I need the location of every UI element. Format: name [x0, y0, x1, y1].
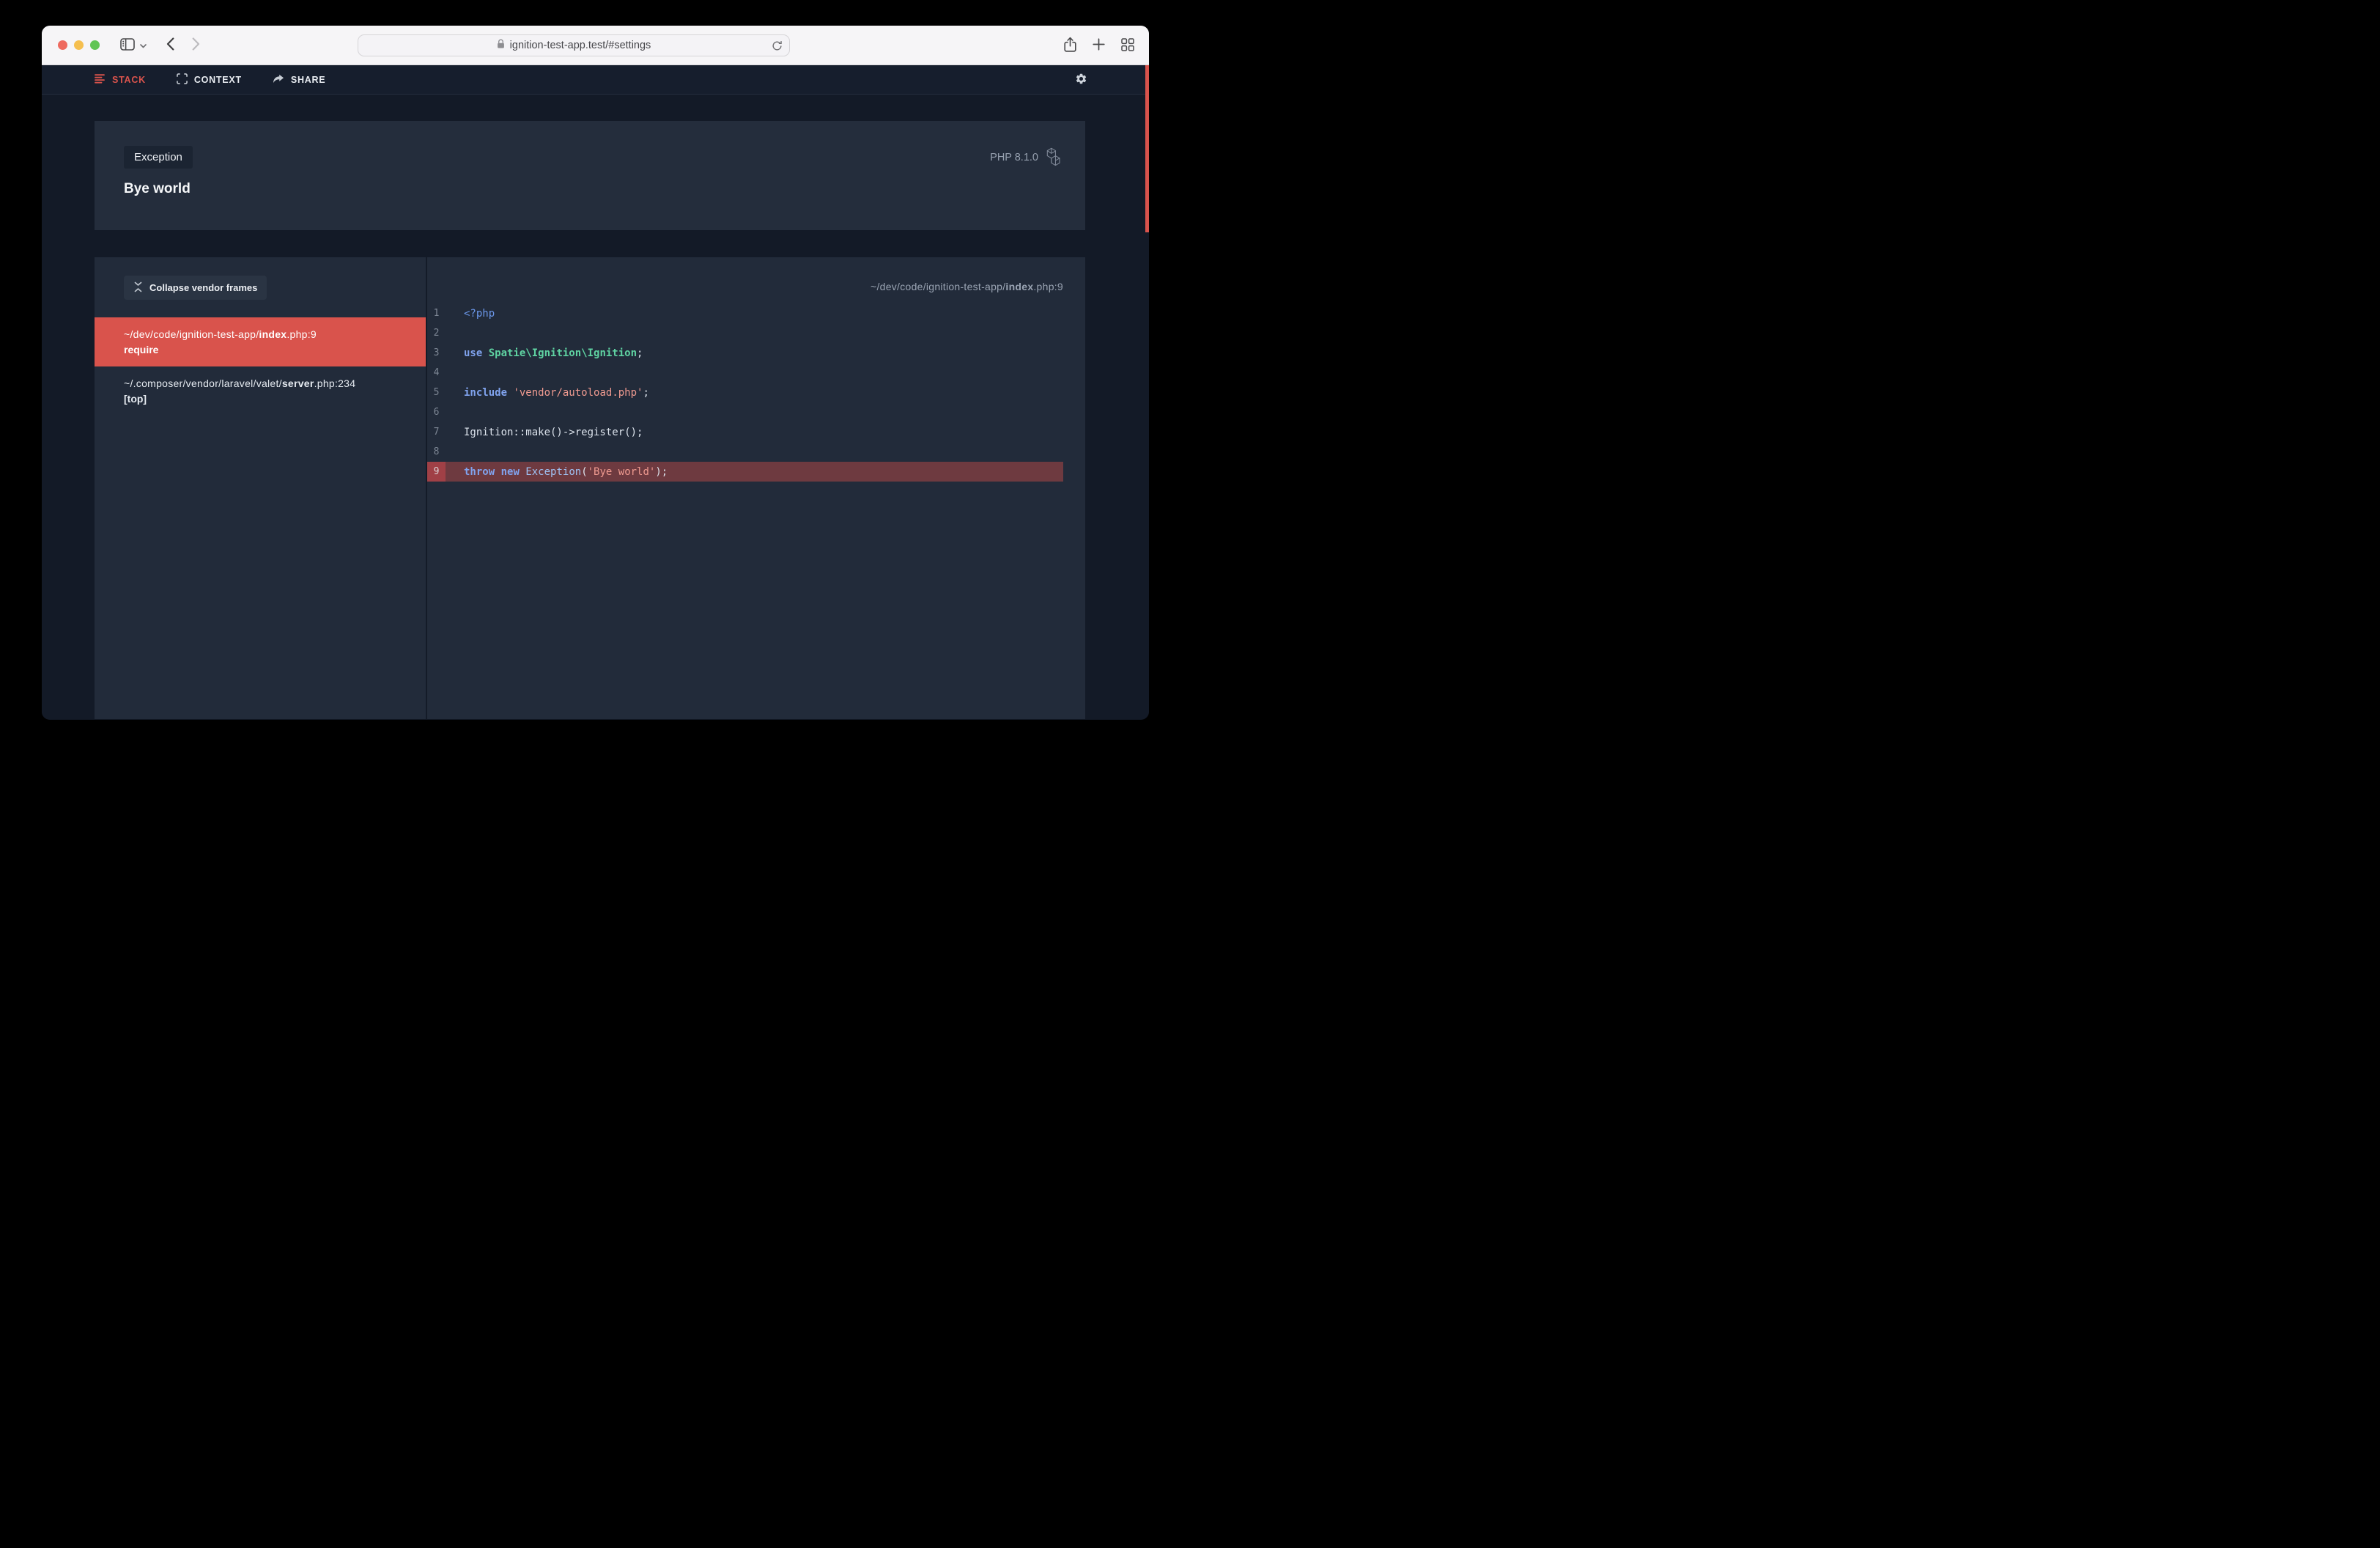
stack-frame-1[interactable]: ~/.composer/vendor/laravel/valet/server.… — [95, 366, 426, 416]
exception-card: Exception PHP 8.1.0 Bye world — [95, 121, 1085, 230]
code-line-8: 8 — [427, 442, 1063, 462]
stack-frame-0[interactable]: ~/dev/code/ignition-test-app/index.php:9… — [95, 317, 426, 366]
code-text: Ignition::make()->register(); — [446, 427, 643, 438]
gear-icon — [1075, 73, 1087, 87]
sidebar-toggle-button[interactable] — [120, 38, 135, 53]
tab-stack[interactable]: STACK — [95, 73, 146, 86]
collapse-button-label: Collapse vendor frames — [149, 282, 257, 293]
stack-trace-section: Collapse vendor frames ~/dev/code/igniti… — [95, 257, 1085, 719]
tab-grid-icon — [1121, 38, 1134, 54]
php-version-meta: PHP 8.1.0 — [990, 147, 1063, 169]
code-line-9: 9throw new Exception('Bye world'); — [427, 462, 1063, 482]
tab-stack-label: STACK — [112, 75, 146, 85]
line-number: 3 — [427, 343, 446, 363]
stack-list-icon — [95, 74, 106, 86]
ignition-nav-bar: STACK CONTEXT SHARE — [42, 65, 1149, 95]
stack-frames-list: ~/dev/code/ignition-test-app/index.php:9… — [95, 317, 426, 416]
code-line-7: 7Ignition::make()->register(); — [427, 422, 1063, 442]
code-line-6: 6 — [427, 402, 1063, 422]
code-file-path: ~/dev/code/ignition-test-app/index.php:9 — [427, 257, 1085, 292]
settings-gear-button[interactable] — [1075, 73, 1087, 87]
tab-share-label: SHARE — [291, 75, 326, 85]
code-line-4: 4 — [427, 363, 1063, 383]
minimize-window-button[interactable] — [74, 40, 84, 50]
share-button[interactable] — [1064, 37, 1076, 54]
collapse-icon — [133, 281, 143, 295]
tab-context[interactable]: CONTEXT — [177, 73, 242, 86]
nav-tabs: STACK CONTEXT SHARE — [95, 73, 325, 86]
frame-method: require — [124, 342, 411, 357]
tab-overview-button[interactable] — [1121, 38, 1134, 54]
sidebar-chevron-button[interactable] — [140, 40, 147, 51]
share-export-icon — [1064, 37, 1076, 54]
tab-share[interactable]: SHARE — [273, 73, 326, 86]
sidebar-icon — [120, 38, 135, 53]
url-text: ignition-test-app.test/#settings — [510, 40, 651, 51]
line-number: 2 — [427, 323, 446, 343]
tab-context-label: CONTEXT — [194, 75, 242, 85]
new-tab-button[interactable] — [1093, 38, 1105, 53]
toolbar-right-buttons — [1064, 26, 1134, 65]
close-window-button[interactable] — [58, 40, 67, 50]
reload-button[interactable] — [772, 40, 783, 51]
context-brackets-icon — [177, 73, 188, 86]
line-number: 5 — [427, 383, 446, 402]
lock-icon — [497, 39, 505, 53]
code-text: include 'vendor/autoload.php'; — [446, 387, 649, 399]
window-controls — [58, 40, 100, 50]
line-number: 1 — [427, 303, 446, 323]
safari-window: ignition-test-app.test/#settings STACK — [42, 26, 1149, 720]
frame-path: ~/dev/code/ignition-test-app/index.php:9 — [124, 327, 411, 342]
zoom-window-button[interactable] — [90, 40, 100, 50]
forward-arrow-icon — [192, 37, 200, 53]
web-content: STACK CONTEXT SHARE Exception — [42, 65, 1149, 719]
line-number: 6 — [427, 402, 446, 422]
php-version-label: PHP 8.1.0 — [990, 152, 1038, 163]
forward-button[interactable] — [192, 37, 200, 53]
page-container: Exception PHP 8.1.0 Bye world Collapse v… — [95, 121, 1085, 719]
scrollbar-thumb[interactable] — [1145, 65, 1149, 232]
frame-method: [top] — [124, 391, 411, 406]
line-number: 7 — [427, 422, 446, 442]
line-number: 8 — [427, 442, 446, 462]
code-line-5: 5include 'vendor/autoload.php'; — [427, 383, 1063, 402]
code-panel: ~/dev/code/ignition-test-app/index.php:9… — [427, 257, 1085, 719]
share-arrow-icon — [273, 74, 284, 86]
browser-toolbar: ignition-test-app.test/#settings — [42, 26, 1149, 65]
line-number: 4 — [427, 363, 446, 383]
exception-message: Bye world — [124, 181, 1063, 197]
code-line-1: 1<?php — [427, 303, 1063, 323]
line-number: 9 — [427, 462, 446, 482]
back-button[interactable] — [166, 37, 174, 53]
address-bar[interactable]: ignition-test-app.test/#settings — [358, 34, 790, 56]
exception-class-badge: Exception — [124, 146, 193, 169]
code-lines: 1<?php23use Spatie\Ignition\Ignition;45i… — [427, 303, 1063, 482]
code-text: <?php — [446, 308, 495, 320]
code-line-2: 2 — [427, 323, 1063, 343]
code-line-3: 3use Spatie\Ignition\Ignition; — [427, 343, 1063, 363]
chevron-down-icon — [140, 40, 147, 51]
frame-path: ~/.composer/vendor/laravel/valet/server.… — [124, 376, 411, 391]
stack-frames-panel: Collapse vendor frames ~/dev/code/igniti… — [95, 257, 426, 719]
code-text: throw new Exception('Bye world'); — [446, 466, 668, 478]
exception-card-header: Exception PHP 8.1.0 — [124, 146, 1063, 169]
laravel-icon — [1046, 147, 1063, 169]
code-text: use Spatie\Ignition\Ignition; — [446, 347, 643, 359]
collapse-vendor-frames-button[interactable]: Collapse vendor frames — [124, 276, 267, 300]
back-arrow-icon — [166, 37, 174, 53]
plus-icon — [1093, 38, 1105, 53]
